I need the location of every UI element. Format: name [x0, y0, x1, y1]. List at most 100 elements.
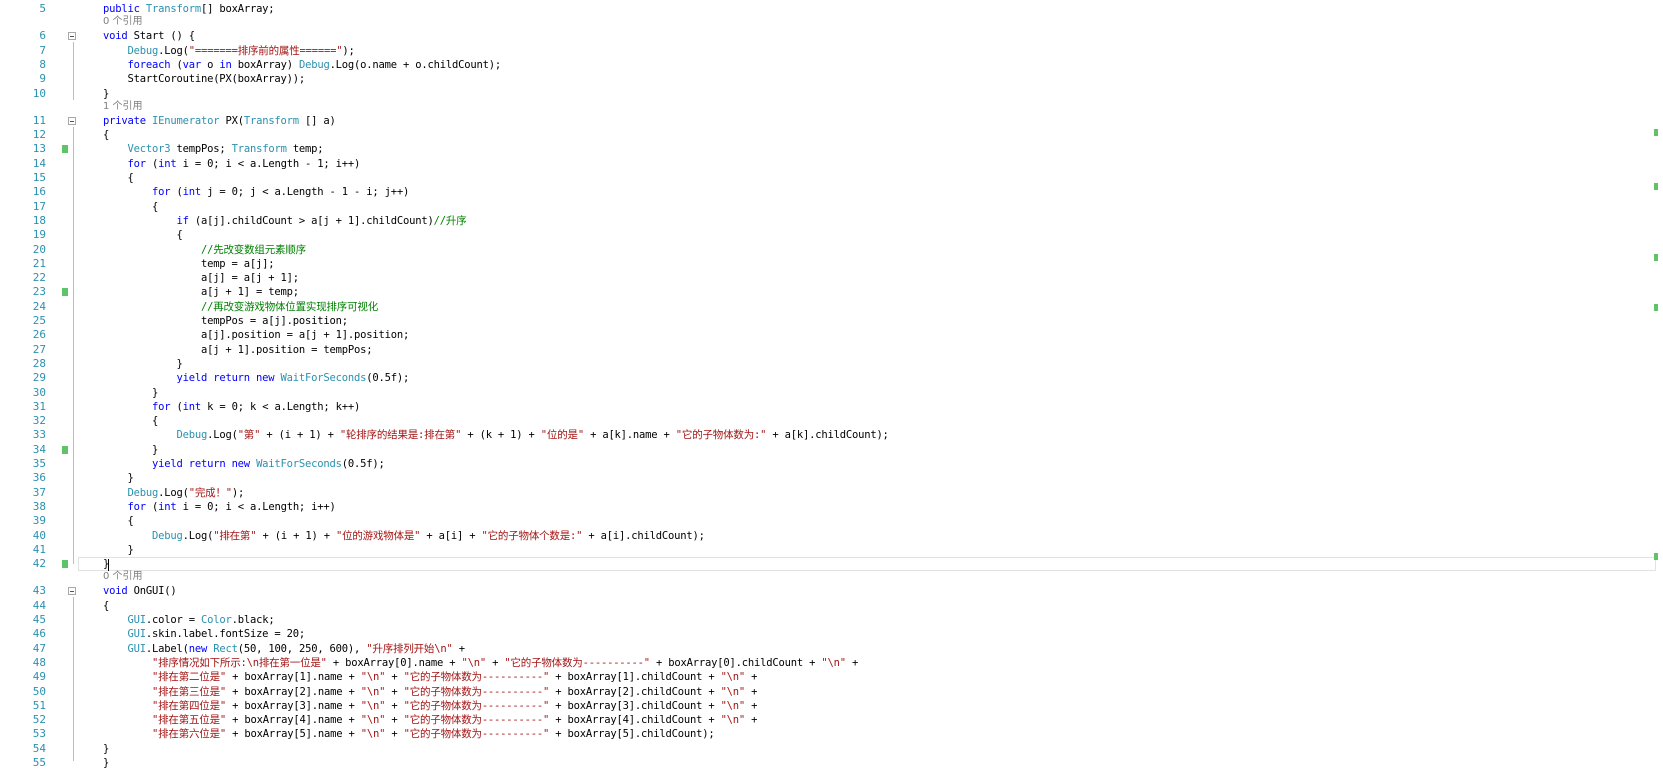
code-line[interactable]: 41 } — [0, 543, 1663, 557]
code-token: .Label( — [145, 642, 189, 655]
code-line[interactable]: 48 "排序情况如下所示:\n排在第一位是" + boxArray[0].nam… — [0, 656, 1663, 670]
code-token: + a[k].childCount); — [766, 429, 889, 442]
reference-count-hint[interactable]: 0 个引用 — [103, 16, 143, 28]
code-line[interactable]: 44 { — [0, 599, 1663, 613]
code-line[interactable]: 31 for (int k = 0; k < a.Length; k++) — [0, 400, 1663, 414]
code-line[interactable]: 23 a[j + 1] = temp; — [0, 285, 1663, 299]
code-token: "\n" — [720, 714, 746, 727]
code-line[interactable]: 33 Debug.Log("第" + (i + 1) + "轮排序的结果是:排在… — [0, 428, 1663, 442]
code-token: + boxArray[2].name + — [226, 685, 361, 698]
code-line[interactable]: 39 { — [0, 514, 1663, 528]
code-line[interactable]: 17 { — [0, 200, 1663, 214]
code-line[interactable]: 38 for (int i = 0; i < a.Length; i++) — [0, 500, 1663, 514]
code-line[interactable]: 26 a[j].position = a[j + 1].position; — [0, 328, 1663, 342]
code-line[interactable]: 18 if (a[j].childCount > a[j + 1].childC… — [0, 214, 1663, 228]
collapse-icon[interactable] — [68, 32, 76, 41]
code-token: + boxArray[0].name + — [326, 656, 462, 669]
line-number: 29 — [32, 371, 46, 385]
code-token: + — [485, 656, 505, 669]
code-token: Debug — [176, 429, 208, 442]
code-line[interactable]: 54} — [0, 742, 1663, 756]
code-line[interactable]: 53 "排在第六位是" + boxArray[5].name + "\n" + … — [0, 727, 1663, 741]
code-token: boxArray) — [237, 58, 299, 71]
code-token: "第" — [237, 429, 261, 442]
code-token: (a[j].childCount > a[j + 1].childCount) — [194, 214, 434, 227]
code-line[interactable]: 51 "排在第四位是" + boxArray[3].name + "\n" + … — [0, 699, 1663, 713]
line-number: 26 — [32, 328, 46, 342]
code-line[interactable]: 25 tempPos = a[j].position; — [0, 314, 1663, 328]
code-line[interactable]: 47 GUI.Label(new Rect(50, 100, 250, 600)… — [0, 642, 1663, 656]
code-line[interactable]: 55} — [0, 756, 1663, 770]
code-line[interactable]: 28 } — [0, 357, 1663, 371]
collapse-icon[interactable] — [68, 116, 76, 125]
code-token: [] a) — [305, 114, 336, 127]
line-number: 46 — [32, 627, 46, 641]
code-line[interactable]: 42} — [0, 557, 1663, 571]
code-line[interactable]: 29 yield return new WaitForSeconds(0.5f)… — [0, 371, 1663, 385]
code-token: temp; — [292, 143, 324, 156]
code-line[interactable]: 43 void OnGUI() — [0, 584, 1663, 598]
code-line[interactable]: 34 } — [0, 443, 1663, 457]
code-token: .skin.label.fontSize = 20; — [145, 628, 306, 641]
overview-marker — [1654, 304, 1658, 311]
code-line[interactable]: 40 Debug.Log("排在第" + (i + 1) + "位的游戏物体是"… — [0, 529, 1663, 543]
code-line[interactable]: 14 for (int i = 0; i < a.Length - 1; i++… — [0, 157, 1663, 171]
code-token: { — [103, 200, 159, 213]
line-number: 35 — [32, 457, 46, 470]
code-token: //升序 — [433, 214, 467, 227]
code-line[interactable]: 20 //先改变数组元素顺序 — [0, 243, 1663, 257]
code-token: .Log(o.name + o.childCount); — [329, 58, 502, 71]
code-line[interactable]: 32 { — [0, 414, 1663, 428]
code-line[interactable]: 11 private IEnumerator PX(Transform [] a) — [0, 114, 1663, 128]
code-line[interactable]: 9 StartCoroutine(PX(boxArray)); — [0, 72, 1663, 86]
code-text: foreach (var o in boxArray) Debug.Log(o.… — [103, 58, 502, 72]
line-number: 9 — [39, 72, 46, 86]
code-token: + — [385, 699, 404, 712]
code-line[interactable]: 21 temp = a[j]; — [0, 257, 1663, 271]
code-token: i = 0; i < a.Length; i++) — [182, 500, 336, 513]
code-line[interactable]: 27 a[j + 1].position = tempPos; — [0, 343, 1663, 357]
code-line[interactable]: 52 "排在第五位是" + boxArray[4].name + "\n" + … — [0, 713, 1663, 727]
line-number: 6 — [39, 29, 46, 43]
code-line[interactable]: 22 a[j] = a[j + 1]; — [0, 271, 1663, 285]
code-line[interactable]: 16 for (int j = 0; j < a.Length - 1 - i;… — [0, 185, 1663, 199]
code-token: Debug — [127, 44, 159, 57]
code-line[interactable]: 30 } — [0, 386, 1663, 400]
reference-count-hint[interactable]: 0 个引用 — [103, 571, 143, 583]
code-token: { — [103, 599, 110, 612]
reference-count-hint[interactable]: 1 个引用 — [103, 101, 143, 113]
code-line[interactable]: 6 void Start () { — [0, 29, 1663, 43]
code-line[interactable]: 12 { — [0, 128, 1663, 142]
code-line[interactable]: 15 { — [0, 171, 1663, 185]
code-token: Transform — [231, 143, 293, 156]
code-line[interactable]: 46 GUI.skin.label.fontSize = 20; — [0, 627, 1663, 641]
line-number: 25 — [32, 314, 46, 327]
code-line[interactable]: 5 public Transform[] boxArray; — [0, 2, 1663, 16]
code-line[interactable]: 8 foreach (var o in boxArray) Debug.Log(… — [0, 58, 1663, 72]
code-line[interactable]: 35 yield return new WaitForSeconds(0.5f)… — [0, 457, 1663, 471]
code-line[interactable]: 19 { — [0, 228, 1663, 242]
code-text: GUI.color = Color.black; — [103, 613, 275, 627]
collapse-icon[interactable] — [68, 587, 76, 596]
code-line[interactable]: 7 Debug.Log("=======排序前的属性======"); — [0, 44, 1663, 58]
code-line[interactable]: 13 Vector3 tempPos; Transform temp; — [0, 142, 1663, 156]
code-line[interactable]: 49 "排在第二位是" + boxArray[1].name + "\n" + … — [0, 670, 1663, 684]
code-line[interactable]: 36 } — [0, 471, 1663, 485]
code-token: Color — [200, 614, 232, 626]
code-line[interactable]: 24 //再改变游戏物体位置实现排序可视化 — [0, 300, 1663, 314]
line-number: 48 — [32, 655, 46, 669]
code-line[interactable]: 45 GUI.color = Color.black; — [0, 613, 1663, 627]
code-line[interactable]: 10} — [0, 87, 1663, 101]
code-line[interactable]: 37 Debug.Log("完成！"); — [0, 486, 1663, 500]
line-number: 5 — [39, 2, 46, 15]
code-line[interactable]: 50 "排在第三位是" + boxArray[2].name + "\n" + … — [0, 685, 1663, 699]
code-editor[interactable]: 5 public Transform[] boxArray; 0 个引用 6 void … — [0, 0, 1663, 769]
code-token: + boxArray[2].childCount + — [549, 685, 721, 698]
code-token: + — [385, 728, 404, 741]
code-token: "排在第" — [213, 529, 257, 542]
code-token: "\n" — [720, 699, 746, 712]
